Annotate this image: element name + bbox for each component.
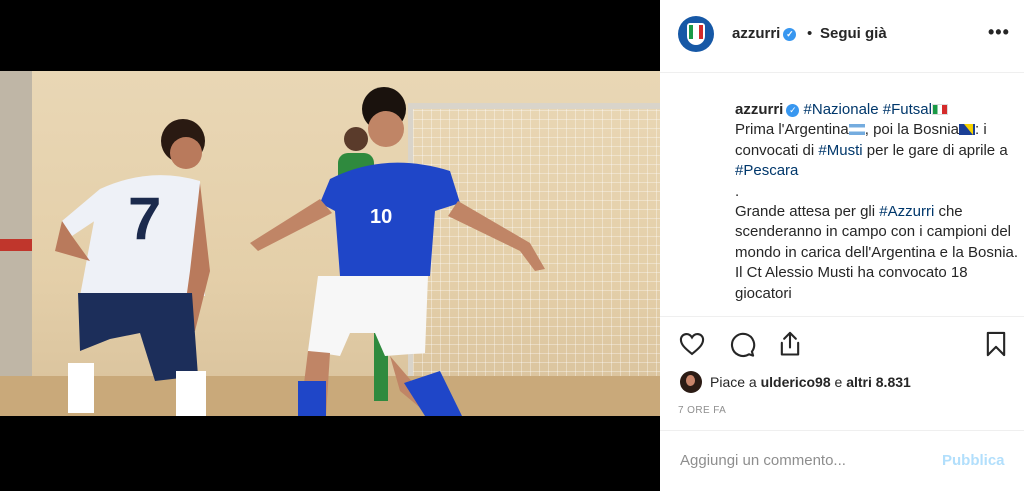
post-header: azzurri ✓ • Segui già ••• [660,0,1024,73]
liker-avatar[interactable] [680,371,702,393]
likes-mid: e [834,374,843,390]
publish-button[interactable]: Pubblica [942,452,1005,469]
post-timestamp[interactable]: 7 ORE FA [678,405,726,416]
verified-badge-icon: ✓ [786,104,800,117]
heart-icon[interactable] [678,330,706,358]
post-caption: azzurri ✓ #Nazionale #Futsal Prima l'Arge… [735,100,1020,316]
action-bar [660,330,1024,360]
comment-input[interactable]: Aggiungi un commento... [680,452,846,469]
header-separator: • [807,25,813,42]
likes-prefix: Piace a [710,374,757,390]
divider [660,430,1024,431]
comment-icon[interactable] [728,330,756,358]
argentina-flag-icon [848,124,865,136]
profile-avatar[interactable] [678,16,714,52]
caption-username[interactable]: azzurri [735,101,783,118]
verified-badge-icon: ✓ [783,28,797,41]
post-photo[interactable]: 7 10 [0,71,660,416]
hashtag-azzurri[interactable]: #Azzurri [879,203,934,220]
italy-flag-icon [931,104,948,115]
bookmark-icon[interactable] [982,330,1010,358]
hashtag-pescara[interactable]: #Pescara [735,162,798,179]
likes-summary: Piace a ulderico98 e altri 8.831 [680,371,911,393]
hashtag-nazionale[interactable]: #Nazionale [804,101,879,118]
likes-count[interactable]: altri 8.831 [846,374,911,390]
caption-dot: . [735,182,740,200]
caption-dot: . [735,305,740,316]
more-options-icon[interactable]: ••• [988,22,1010,43]
caption-text: per le gare di aprile a [862,141,1008,159]
liker-username[interactable]: ulderico98 [761,374,831,390]
caption-text: Prima l'Argentina [735,121,849,139]
figc-shield-icon [687,23,705,45]
hashtag-musti[interactable]: #Musti [818,142,862,159]
caption-text: Grande attesa per gli [735,203,880,221]
player-seven: 7 [55,119,210,416]
jersey-number-10: 10 [370,206,392,228]
header-username[interactable]: azzurri ✓ [732,25,797,42]
players-illustration: 7 10 [55,87,545,416]
caption-text: , poi la Bosnia [864,121,959,139]
bosnia-flag-icon [958,124,975,136]
hashtag-futsal[interactable]: #Futsal [883,101,932,118]
player-ten: 10 [250,87,545,416]
share-icon[interactable] [776,330,804,358]
jersey-number-7: 7 [128,185,161,252]
post-sidebar: azzurri ✓ • Segui già ••• azzurri ✓ #Nazio… [660,0,1024,491]
divider [660,316,1024,317]
post-media: 7 10 [0,0,660,491]
following-button[interactable]: Segui già [820,25,887,42]
